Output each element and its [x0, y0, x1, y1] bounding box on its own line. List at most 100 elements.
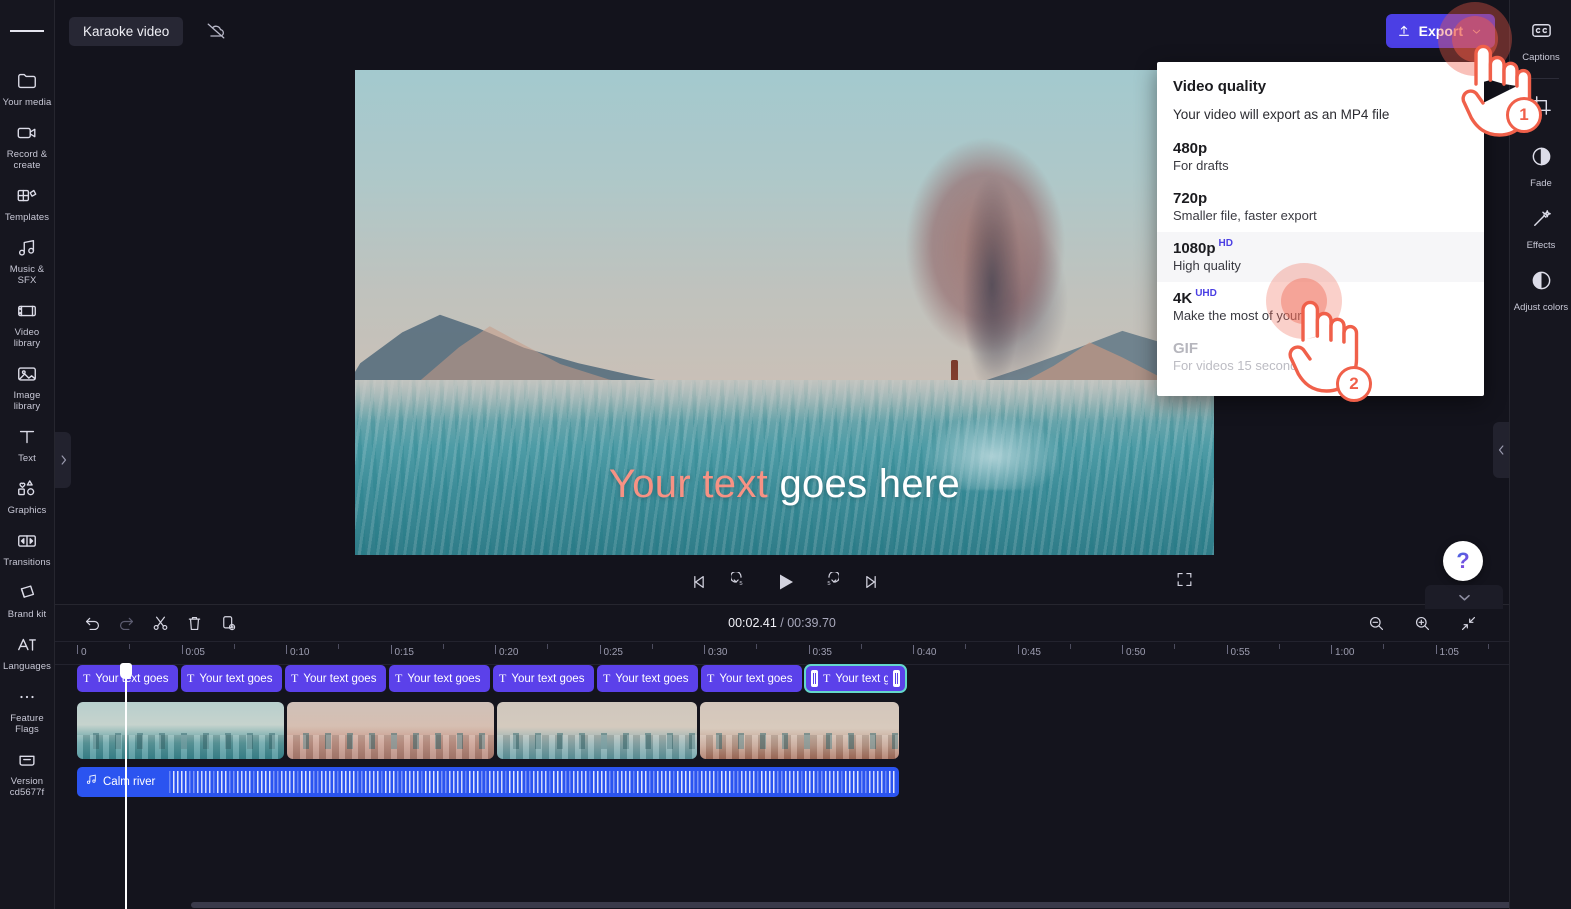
clip-trim-handle-right[interactable]	[893, 670, 900, 687]
text-t-icon: T	[823, 671, 831, 685]
text-clip-label: Your text goes here	[615, 672, 692, 685]
tool-fade[interactable]: Fade	[1510, 136, 1571, 198]
text-t-icon: T	[291, 671, 299, 685]
ruler-tick-label: 1:00	[1335, 647, 1355, 658]
sidebar-item-templates[interactable]: Templates	[0, 177, 55, 229]
transitions-icon	[15, 529, 39, 553]
forward-5-icon[interactable]: 5	[819, 572, 839, 592]
music-note-icon	[15, 236, 39, 260]
ruler-tick-label: 0	[81, 647, 87, 658]
left-panel-collapse-handle[interactable]	[55, 432, 71, 488]
video-clip[interactable]	[77, 702, 284, 759]
tool-adjust-colors[interactable]: Adjust colors	[1510, 260, 1571, 322]
text-clip[interactable]: T Your text goes here	[493, 665, 594, 692]
ruler-tick-label: 0:25	[603, 647, 623, 658]
text-t-icon: T	[603, 671, 611, 685]
text-clip[interactable]: T Your text goes here	[597, 665, 698, 692]
ruler-tick-label: 0:55	[1230, 647, 1250, 658]
sidebar-item-version[interactable]: Version cd5677f	[0, 741, 55, 804]
quality-option-4k[interactable]: 4K UHD Make the most of your	[1157, 282, 1484, 332]
timeline-horizontal-scrollbar[interactable]	[55, 900, 1541, 909]
cloud-off-icon[interactable]	[201, 16, 231, 46]
ellipsis-icon	[15, 685, 39, 709]
folder-icon	[15, 69, 39, 93]
play-icon[interactable]	[773, 570, 797, 594]
hamburger-icon[interactable]	[10, 14, 44, 48]
zoom-in-icon[interactable]	[1407, 609, 1437, 637]
fullscreen-icon[interactable]	[1175, 570, 1194, 594]
audio-clip[interactable]: Calm river	[77, 767, 899, 797]
export-button[interactable]: Export	[1385, 14, 1495, 48]
film-strip-icon	[15, 299, 39, 323]
ruler-tick-label: 0:15	[394, 647, 414, 658]
quality-option-description: For drafts	[1173, 158, 1229, 173]
templates-grid-icon	[15, 184, 39, 208]
project-title-field[interactable]: Karaoke video	[69, 16, 184, 46]
quality-option-480p[interactable]: 480p For drafts	[1157, 132, 1484, 182]
text-clip-label: Your text goes here	[719, 672, 796, 685]
skip-to-end-icon[interactable]	[861, 572, 881, 592]
preview-collapse-button[interactable]	[1425, 585, 1503, 609]
contrast-circle-icon	[1530, 269, 1553, 297]
timecode-display: 00:02.41 / 00:39.70	[55, 616, 1509, 630]
ruler-tick-label: 0:35	[812, 647, 832, 658]
sidebar-item-image-library[interactable]: Image library	[0, 355, 55, 418]
video-preview[interactable]: Your text goes here	[355, 70, 1214, 555]
zoom-out-icon[interactable]	[1361, 609, 1391, 637]
right-panel-collapse-handle[interactable]	[1493, 422, 1509, 478]
sidebar-item-text[interactable]: Text	[0, 418, 55, 470]
quality-option-description: Smaller file, faster export	[1173, 208, 1317, 223]
sidebar-label: Transitions	[3, 557, 51, 568]
fade-circle-icon	[1530, 145, 1553, 173]
sidebar-item-video-library[interactable]: Video library	[0, 292, 55, 355]
video-clip[interactable]	[497, 702, 697, 759]
sidebar-item-graphics[interactable]: Graphics	[0, 470, 55, 522]
tool-label: Adjust colors	[1513, 302, 1569, 313]
current-time: 00:02.41	[728, 616, 777, 630]
ruler-tick-label: 0:20	[499, 647, 519, 658]
clip-trim-handle-left[interactable]	[811, 670, 818, 687]
karaoke-sung-text: Your text	[608, 462, 769, 506]
text-clip[interactable]: T Your text goes here	[181, 665, 282, 692]
sidebar-label: Version cd5677f	[9, 776, 45, 798]
quality-option-1080p[interactable]: 1080p HD High quality	[1157, 232, 1484, 282]
text-clip[interactable]: T Your text goes here	[701, 665, 802, 692]
left-sidebar: Your media Record & create Templates Mus…	[0, 0, 55, 909]
sidebar-item-brand-kit[interactable]: Brand kit	[0, 574, 55, 626]
question-mark-icon: ?	[1456, 548, 1470, 573]
top-bar: Karaoke video Export	[55, 0, 1509, 62]
timeline-ruler[interactable]: 0 0:05 0:10 0:15 0:20 0:25 0:30 0:35 0:40 0:45 0:5…	[55, 641, 1509, 665]
undo-icon[interactable]	[77, 609, 107, 637]
help-button[interactable]: ?	[1443, 541, 1483, 581]
tool-effects[interactable]: Effects	[1510, 198, 1571, 260]
tool-label: Captions	[1522, 52, 1560, 63]
video-clip[interactable]	[700, 702, 899, 759]
sidebar-item-transitions[interactable]: Transitions	[0, 522, 55, 574]
total-time: / 00:39.70	[776, 616, 836, 630]
video-clip[interactable]	[287, 702, 494, 759]
scrollbar-thumb[interactable]	[191, 902, 1541, 908]
text-clip[interactable]: T Your text goes here	[77, 665, 178, 692]
quality-option-description: Make the most of your	[1173, 308, 1302, 323]
rewind-5-icon[interactable]: 5	[730, 572, 751, 592]
sidebar-item-music-sfx[interactable]: Music & SFX	[0, 229, 55, 292]
sidebar-item-your-media[interactable]: Your media	[0, 62, 55, 114]
quality-option-720p[interactable]: 720p Smaller file, faster export	[1157, 182, 1484, 232]
sidebar-item-feature-flags[interactable]: Feature Flags	[0, 678, 55, 741]
tool-captions[interactable]: Captions	[1510, 10, 1571, 72]
fit-to-screen-icon[interactable]	[1453, 609, 1483, 637]
sidebar-item-languages[interactable]: Languages	[0, 626, 55, 678]
redo-icon[interactable]	[111, 609, 141, 637]
text-clip[interactable]: T Your text goes here	[285, 665, 386, 692]
skip-to-start-icon[interactable]	[689, 572, 709, 592]
chevron-down-icon	[1472, 29, 1481, 34]
trash-icon[interactable]	[179, 609, 209, 637]
text-clip[interactable]: T Your text goes here	[804, 664, 907, 693]
menu-subtitle: Your video will export as an MP4 file	[1173, 107, 1390, 122]
text-clip[interactable]: T Your text goes here	[389, 665, 490, 692]
duplicate-icon[interactable]	[213, 609, 243, 637]
scissors-icon[interactable]	[145, 609, 175, 637]
sidebar-item-record-create[interactable]: Record & create	[0, 114, 55, 177]
timeline-zoom-controls	[1361, 609, 1487, 637]
shapes-icon	[15, 477, 39, 501]
